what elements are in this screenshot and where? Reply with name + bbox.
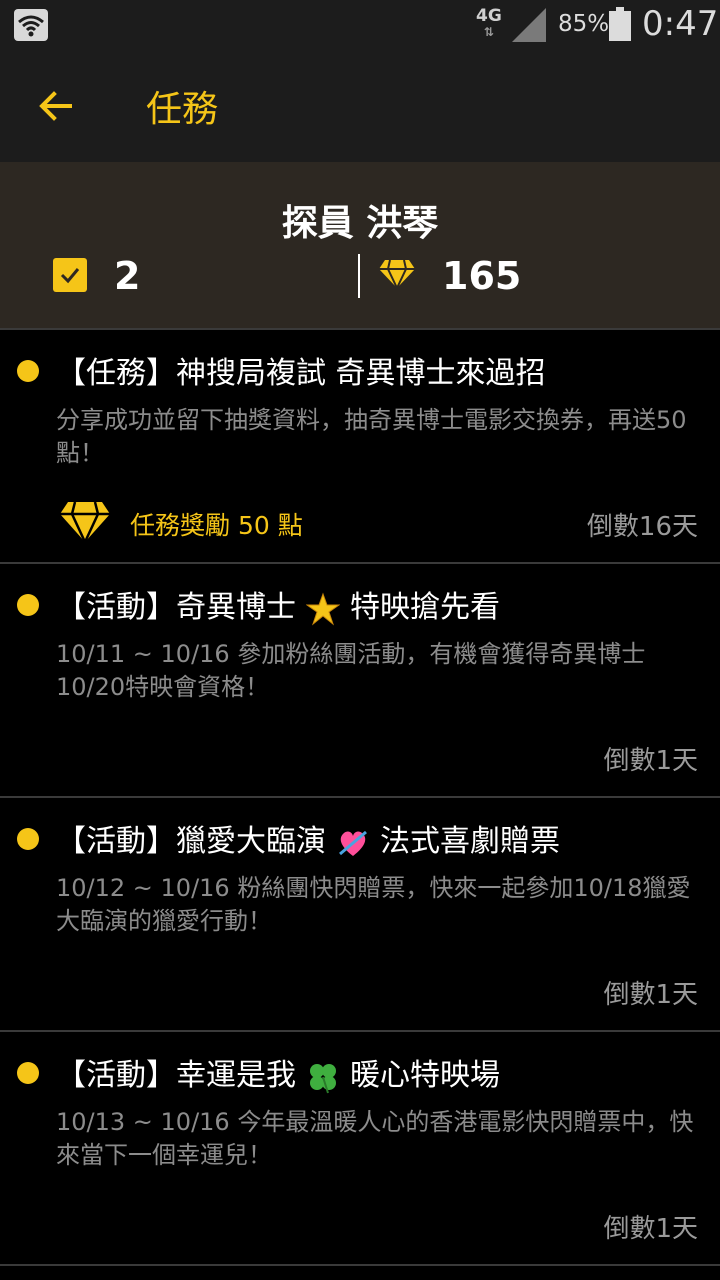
item-description: 10/12 ~ 10/16 粉絲團快閃贈票，快來一起參加10/18獵愛大臨演的獵…: [56, 874, 691, 935]
list-item[interactable]: 【任務】神搜局複試 奇異博士來過招 分享成功並留下抽獎資料，抽奇異博士電影交換券…: [0, 330, 720, 564]
item-description: 分享成功並留下抽獎資料，抽奇異博士電影交換券，再送50點！: [56, 406, 687, 467]
list-item[interactable]: 【活動】幸運是我 暖心特映場 10/13 ~ 10/16 今年最溫暖人心的香港電…: [0, 1032, 720, 1266]
task-list: 【任務】神搜局複試 奇異博士來過招 分享成功並留下抽獎資料，抽奇異博士電影交換券…: [0, 328, 720, 1266]
item-description: 10/11 ~ 10/16 參加粉絲團活動，有機會獲得奇異博士10/20特映會資…: [56, 640, 646, 701]
item-description: 10/13 ~ 10/16 今年最溫暖人心的香港電影快閃贈票中，快來當下一個幸運…: [56, 1108, 694, 1169]
tasks-completed-count: 2: [114, 254, 141, 298]
star-icon: [306, 592, 340, 625]
wifi-icon: [14, 9, 48, 41]
app-bar: 任務: [0, 50, 720, 162]
diamond-icon: [379, 259, 415, 290]
signal-icon: [512, 8, 546, 42]
item-title: 【活動】獵愛大臨演 法式喜劇贈票: [56, 824, 560, 859]
list-item[interactable]: 【活動】獵愛大臨演 法式喜劇贈票 10/12 ~ 10/16 粉絲團快閃贈票，快…: [0, 798, 720, 1032]
four-leaf-clover-icon: [310, 1063, 336, 1093]
item-title: 【任務】神搜局複試 奇異博士來過招: [56, 356, 546, 391]
diamond-icon: [60, 501, 110, 544]
countdown: 倒數1天: [603, 980, 698, 1010]
status-bar: 4G ⇅ 85% 0:47: [0, 0, 720, 50]
battery-percent: 85%: [558, 11, 610, 37]
checkbox-icon: [53, 258, 87, 292]
clock: 0:47: [642, 4, 719, 44]
unread-dot: [17, 1062, 39, 1084]
page-title: 任務: [146, 89, 219, 130]
countdown: 倒數1天: [603, 1214, 698, 1244]
points-value: 165: [442, 254, 522, 298]
divider: [358, 254, 360, 298]
item-title: 【活動】幸運是我 暖心特映場: [56, 1058, 500, 1093]
unread-dot: [17, 828, 39, 850]
countdown: 倒數16天: [586, 512, 698, 542]
battery-icon: [609, 7, 631, 41]
item-title: 【活動】奇異博士 特映搶先看: [56, 590, 500, 625]
unread-dot: [17, 360, 39, 382]
network-type: 4G ⇅: [476, 6, 502, 40]
countdown: 倒數1天: [603, 746, 698, 776]
heart-arrow-icon: [339, 830, 367, 856]
arrow-left-icon[interactable]: [36, 86, 76, 126]
list-item[interactable]: 【活動】奇異博士 特映搶先看 10/11 ~ 10/16 參加粉絲團活動，有機會…: [0, 564, 720, 798]
reward-text: 任務獎勵 50 點: [130, 511, 303, 540]
agent-name: 探員 洪琴: [281, 203, 439, 244]
profile-header: 探員 洪琴 2 165: [0, 162, 720, 328]
unread-dot: [17, 594, 39, 616]
